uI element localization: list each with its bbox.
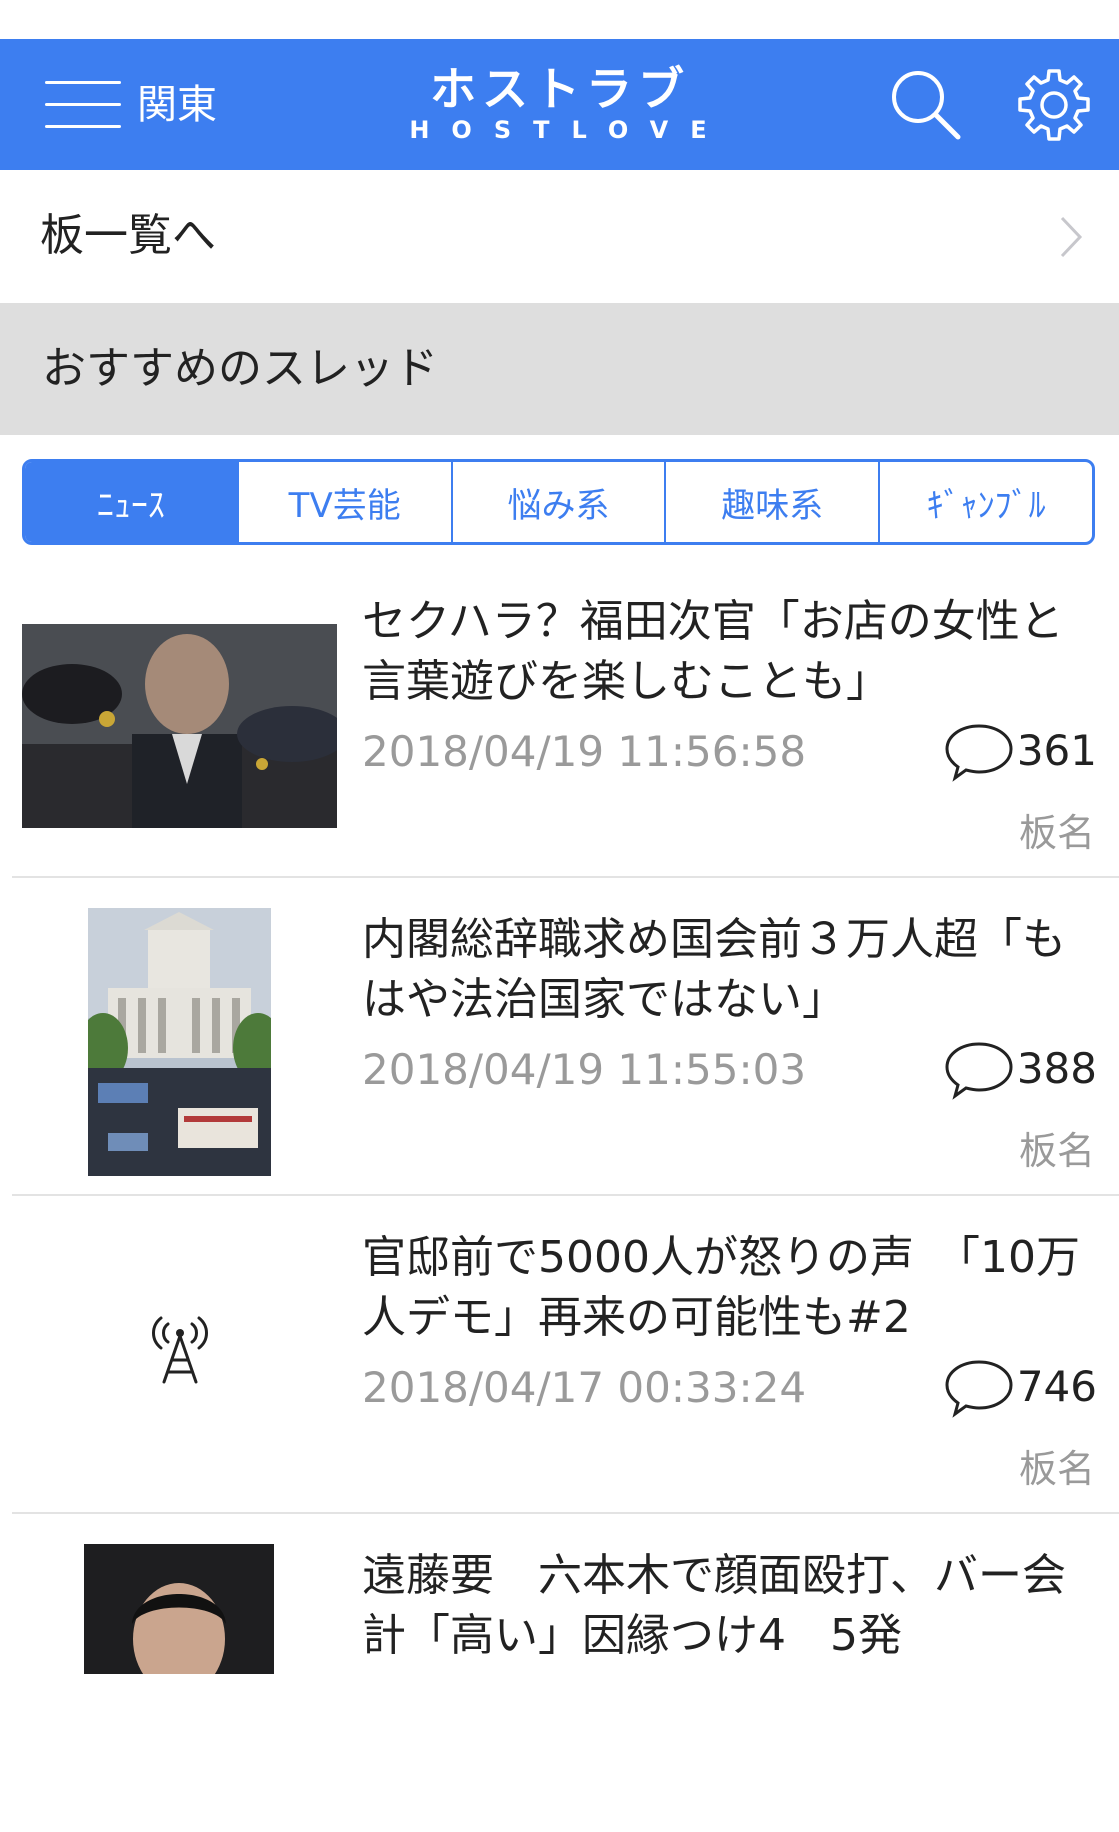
thread-row[interactable]: 官邸前で5000人が怒りの声 「10万人デモ」再来の可能性も#2 2018/04…: [0, 1196, 1119, 1514]
comment-count: 388: [943, 1038, 1097, 1100]
chevron-right-icon: [1060, 216, 1083, 258]
thread-title: 官邸前で5000人が怒りの声 「10万人デモ」再来の可能性も#2: [362, 1232, 1080, 1343]
thread-thumbnail: [88, 908, 271, 1176]
comment-count-value: 388: [1016, 1044, 1097, 1093]
thread-row[interactable]: セクハラ？福田次官「お店の女性と言葉遊びを楽しむことも」 2018/04/19 …: [0, 560, 1119, 878]
broadcast-tower-icon: [140, 1306, 220, 1386]
tab-gamble[interactable]: ｷﾞｬﾝﾌﾞﾙ: [878, 462, 1092, 542]
comment-count-value: 361: [1016, 726, 1097, 775]
thread-title: 遠藤要 六本木で顔面殴打、バー会計「高い」因縁つけ4 5発: [362, 1550, 1066, 1661]
thread-date: 2018/04/19 11:56:58: [362, 727, 807, 776]
board-list-link[interactable]: 板一覧へ: [0, 170, 1119, 303]
logo-main-text: ホストラブ: [430, 62, 690, 116]
thread-title: 内閣総辞職求め国会前３万人超「もはや法治国家ではない」: [362, 914, 1066, 1025]
menu-region-button[interactable]: 関東: [45, 73, 225, 137]
region-label: 関東: [137, 82, 217, 128]
board-name: 板名: [1018, 1129, 1095, 1173]
board-list-label: 板一覧へ: [40, 210, 216, 261]
hamburger-icon: [45, 81, 121, 129]
tab-news[interactable]: ﾆｭｰｽ: [25, 462, 237, 542]
tab-worries[interactable]: 悩み系: [450, 462, 665, 542]
search-button[interactable]: [888, 67, 964, 143]
thread-row[interactable]: 内閣総辞職求め国会前３万人超「もはや法治国家ではない」 2018/04/19 1…: [0, 878, 1119, 1196]
recommended-section-header: おすすめのスレッド: [0, 303, 1119, 435]
comment-count: 361: [943, 720, 1097, 782]
thread-date: 2018/04/17 00:33:24: [362, 1363, 807, 1412]
logo-sub-text: HOSTLOVE: [409, 116, 729, 144]
comment-count-value: 746: [1016, 1362, 1097, 1411]
category-tabs: ﾆｭｰｽ TV芸能 悩み系 趣味系 ｷﾞｬﾝﾌﾞﾙ: [22, 459, 1095, 545]
comment-count: 746: [943, 1356, 1097, 1418]
comment-bubble-icon: [945, 1042, 1013, 1100]
comment-bubble-icon: [945, 724, 1013, 782]
section-title: おすすめのスレッド: [42, 343, 438, 394]
board-name: 板名: [1018, 1447, 1095, 1491]
gear-icon: [1018, 69, 1090, 141]
settings-button[interactable]: [1016, 67, 1092, 143]
thread-thumbnail: [84, 1544, 274, 1674]
tab-hobbies[interactable]: 趣味系: [664, 462, 878, 542]
app-header: 関東 ホストラブ HOSTLOVE: [0, 39, 1119, 170]
thread-row[interactable]: 遠藤要 六本木で顔面殴打、バー会計「高い」因縁つけ4 5発: [0, 1514, 1119, 1832]
comment-bubble-icon: [945, 1360, 1013, 1418]
search-icon: [892, 71, 961, 140]
thread-title: セクハラ？福田次官「お店の女性と言葉遊びを楽しむことも」: [362, 596, 1064, 707]
status-bar: [0, 0, 1119, 39]
thread-thumbnail: [22, 624, 337, 828]
tab-tv-entertainment[interactable]: TV芸能: [236, 462, 451, 542]
thread-date: 2018/04/19 11:55:03: [362, 1045, 807, 1094]
board-name: 板名: [1018, 811, 1095, 855]
app-logo: ホストラブ HOSTLOVE: [380, 63, 740, 149]
